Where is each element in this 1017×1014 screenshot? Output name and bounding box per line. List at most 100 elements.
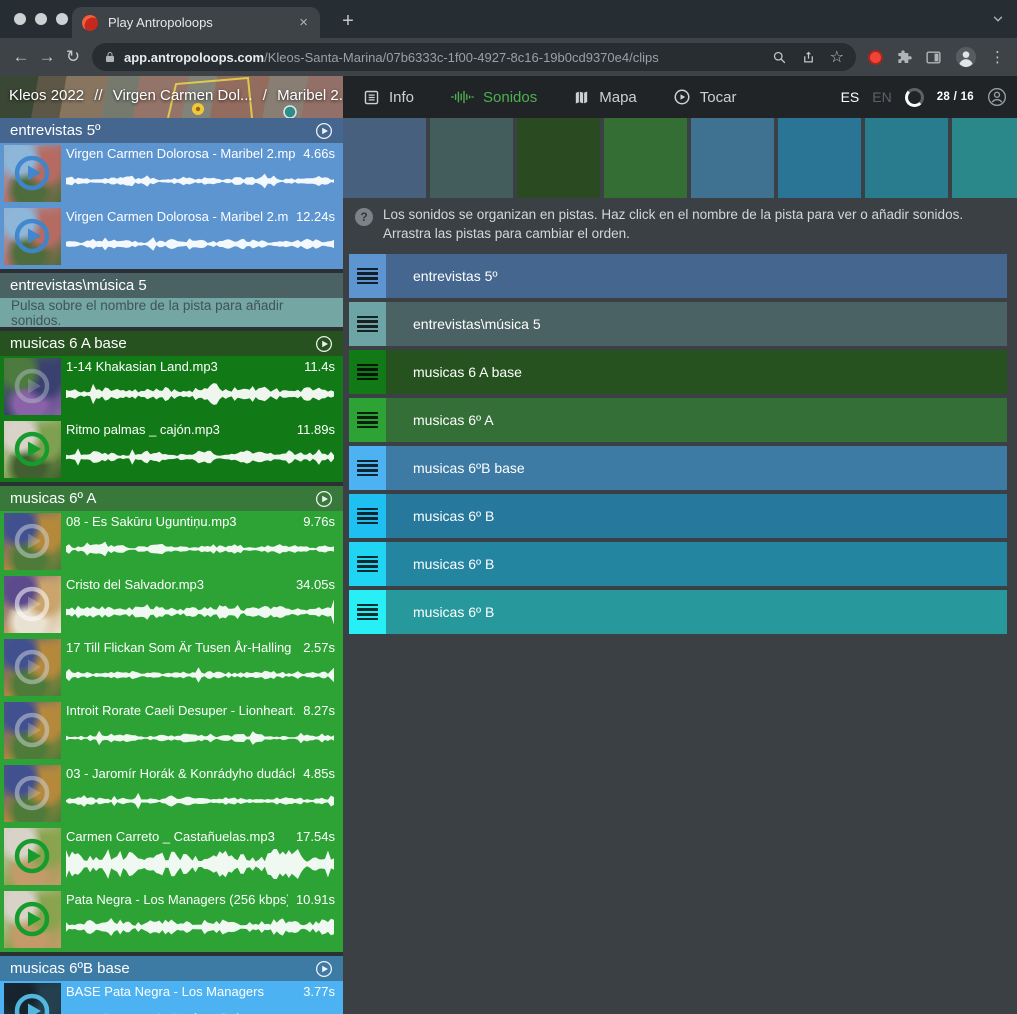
extensions-puzzle-icon[interactable] bbox=[896, 49, 912, 65]
zoom-search-icon[interactable] bbox=[772, 50, 787, 65]
address-bar[interactable]: app.antropoloops.com /Kleos-Santa-Marina… bbox=[92, 43, 856, 71]
nav-tab-info[interactable]: Info bbox=[363, 89, 414, 106]
browser-tab[interactable]: Play Antropoloops × bbox=[72, 7, 320, 38]
clip-play-overlay-icon[interactable] bbox=[12, 429, 52, 469]
clip-play-overlay-icon[interactable] bbox=[12, 153, 52, 193]
track-name-button[interactable]: musicas 6º B bbox=[386, 590, 1007, 634]
track-row[interactable]: entrevistas\música 5 bbox=[349, 302, 1007, 346]
track-drag-handle[interactable] bbox=[349, 446, 386, 490]
sidebar-track-name: musicas 6º A bbox=[10, 490, 315, 507]
browser-menu-kebab-icon[interactable]: ⋮ bbox=[990, 48, 1005, 66]
clip-play-overlay-icon[interactable] bbox=[12, 366, 52, 406]
track-name-button[interactable]: entrevistas\música 5 bbox=[386, 302, 1007, 346]
nav-tab-sonidos[interactable]: Sonidos bbox=[450, 89, 537, 106]
tab-search-chevron-icon[interactable] bbox=[991, 12, 1005, 31]
track-name-button[interactable]: musicas 6º B bbox=[386, 494, 1007, 538]
map-photo-strip[interactable]: Kleos 2022 // Virgen Carmen Dol... / Mar… bbox=[0, 76, 343, 118]
sidebar-track-header[interactable]: musicas 6 A base bbox=[0, 331, 343, 356]
browser-profile-avatar[interactable] bbox=[955, 46, 977, 68]
audio-clip[interactable]: 1-14 Khakasian Land.mp311.4s bbox=[0, 356, 343, 419]
forward-button[interactable]: → bbox=[34, 44, 60, 70]
track-row[interactable]: musicas 6 A base bbox=[349, 350, 1007, 394]
clip-play-overlay-icon[interactable] bbox=[12, 836, 52, 876]
breadcrumb-item[interactable]: Maribel 2... bbox=[277, 87, 343, 104]
track-drag-handle[interactable] bbox=[349, 350, 386, 394]
track-play-button[interactable] bbox=[315, 960, 333, 978]
audio-clip[interactable]: 08 - Es Sakūru Uguntiņu.mp39.76s bbox=[0, 511, 343, 574]
breadcrumb-project[interactable]: Kleos 2022 bbox=[9, 87, 84, 104]
track-play-button[interactable] bbox=[315, 122, 333, 140]
clip-play-overlay-icon[interactable] bbox=[12, 216, 52, 256]
breadcrumb-group[interactable]: Virgen Carmen Dol... bbox=[113, 87, 253, 104]
record-indicator-icon[interactable] bbox=[868, 50, 883, 65]
clip-play-overlay-icon[interactable] bbox=[12, 584, 52, 624]
window-minimize-button[interactable] bbox=[35, 13, 47, 25]
track-play-button[interactable] bbox=[315, 335, 333, 353]
breadcrumb[interactable]: Kleos 2022 // Virgen Carmen Dol... / Mar… bbox=[9, 87, 343, 104]
clip-waveform bbox=[66, 165, 335, 197]
drag-handle-icon bbox=[357, 458, 378, 478]
clip-play-overlay-icon[interactable] bbox=[12, 710, 52, 750]
audio-clip[interactable]: Introit Rorate Caeli Desuper - Lionheart… bbox=[0, 700, 343, 763]
nav-tab-mapa[interactable]: Mapa bbox=[573, 89, 637, 106]
nav-label: Tocar bbox=[700, 89, 737, 106]
window-close-button[interactable] bbox=[14, 13, 26, 25]
clip-play-overlay-icon[interactable] bbox=[12, 991, 52, 1014]
track-drag-handle[interactable] bbox=[349, 590, 386, 634]
lang-en-button[interactable]: EN bbox=[872, 89, 891, 105]
track-name-button[interactable]: musicas 6 A base bbox=[386, 350, 1007, 394]
track-name-button[interactable]: musicas 6º A bbox=[386, 398, 1007, 442]
track-drag-handle[interactable] bbox=[349, 494, 386, 538]
clip-info-row: Virgen Carmen Dolorosa - Maribel 2.mp312… bbox=[66, 209, 335, 225]
nav-tab-tocar[interactable]: Tocar bbox=[673, 88, 737, 106]
sidebar-track-header[interactable]: entrevistas 5º bbox=[0, 118, 343, 143]
audio-clip[interactable]: 03 - Jaromír Horák & Konrádyho dudácká .… bbox=[0, 763, 343, 826]
sidebar-track-name: entrevistas\música 5 bbox=[10, 277, 333, 294]
track-row[interactable]: entrevistas 5º bbox=[349, 254, 1007, 298]
clip-play-overlay-icon[interactable] bbox=[12, 773, 52, 813]
track-row[interactable]: musicas 6º B bbox=[349, 494, 1007, 538]
track-row[interactable]: musicas 6ºB base bbox=[349, 446, 1007, 490]
sidebar-track-section: entrevistas\música 5 Pulsa sobre el nombr… bbox=[0, 273, 343, 327]
track-color-swatch bbox=[865, 118, 948, 198]
audio-clip[interactable]: Pata Negra - Los Managers (256 kbps).mp3… bbox=[0, 889, 343, 952]
tab-close-icon[interactable]: × bbox=[297, 13, 310, 32]
track-drag-handle[interactable] bbox=[349, 254, 386, 298]
track-drag-handle[interactable] bbox=[349, 302, 386, 346]
audio-clip[interactable]: Virgen Carmen Dolorosa - Maribel 2.mp34.… bbox=[0, 143, 343, 206]
track-name-button[interactable]: entrevistas 5º bbox=[386, 254, 1007, 298]
clip-info-row: 17 Till Flickan Som Är Tusen År-Halling … bbox=[66, 640, 335, 656]
audio-clip[interactable]: 17 Till Flickan Som Är Tusen År-Halling … bbox=[0, 637, 343, 700]
sidebar-track-header[interactable]: musicas 6ºB base bbox=[0, 956, 343, 981]
lang-es-button[interactable]: ES bbox=[841, 89, 860, 105]
side-panel-icon[interactable] bbox=[925, 49, 942, 66]
track-play-button[interactable] bbox=[315, 490, 333, 508]
clip-play-overlay-icon[interactable] bbox=[12, 521, 52, 561]
track-name-button[interactable]: musicas 6ºB base bbox=[386, 446, 1007, 490]
window-controls bbox=[14, 13, 68, 25]
track-row[interactable]: musicas 6º B bbox=[349, 542, 1007, 586]
clip-play-overlay-icon[interactable] bbox=[12, 899, 52, 939]
audio-clip[interactable]: Carmen Carreto _ Castañuelas.mp317.54s bbox=[0, 826, 343, 889]
reload-button[interactable]: ↻ bbox=[60, 44, 86, 70]
audio-clip[interactable]: BASE Pata Negra - Los Managers3.77s bbox=[0, 981, 343, 1014]
back-button[interactable]: ← bbox=[8, 44, 34, 70]
track-drag-handle[interactable] bbox=[349, 542, 386, 586]
bookmark-star-icon[interactable]: ☆ bbox=[830, 47, 844, 67]
track-row[interactable]: musicas 6º A bbox=[349, 398, 1007, 442]
empty-track-hint: Pulsa sobre el nombre de la pista para a… bbox=[0, 298, 343, 327]
share-icon[interactable] bbox=[801, 50, 816, 65]
audio-clip[interactable]: Ritmo palmas _ cajón.mp311.89s bbox=[0, 419, 343, 482]
track-row[interactable]: musicas 6º B bbox=[349, 590, 1007, 634]
track-drag-handle[interactable] bbox=[349, 398, 386, 442]
sidebar-track-header[interactable]: entrevistas\música 5 bbox=[0, 273, 343, 298]
audio-clip[interactable]: Cristo del Salvador.mp334.05s bbox=[0, 574, 343, 637]
track-name-button[interactable]: musicas 6º B bbox=[386, 542, 1007, 586]
track-name-label: musicas 6º B bbox=[413, 508, 494, 524]
clip-play-overlay-icon[interactable] bbox=[12, 647, 52, 687]
new-tab-button[interactable]: + bbox=[334, 7, 362, 35]
audio-clip[interactable]: Virgen Carmen Dolorosa - Maribel 2.mp312… bbox=[0, 206, 343, 269]
sidebar-track-header[interactable]: musicas 6º A bbox=[0, 486, 343, 511]
window-zoom-button[interactable] bbox=[56, 13, 68, 25]
profile-icon[interactable] bbox=[987, 87, 1007, 107]
